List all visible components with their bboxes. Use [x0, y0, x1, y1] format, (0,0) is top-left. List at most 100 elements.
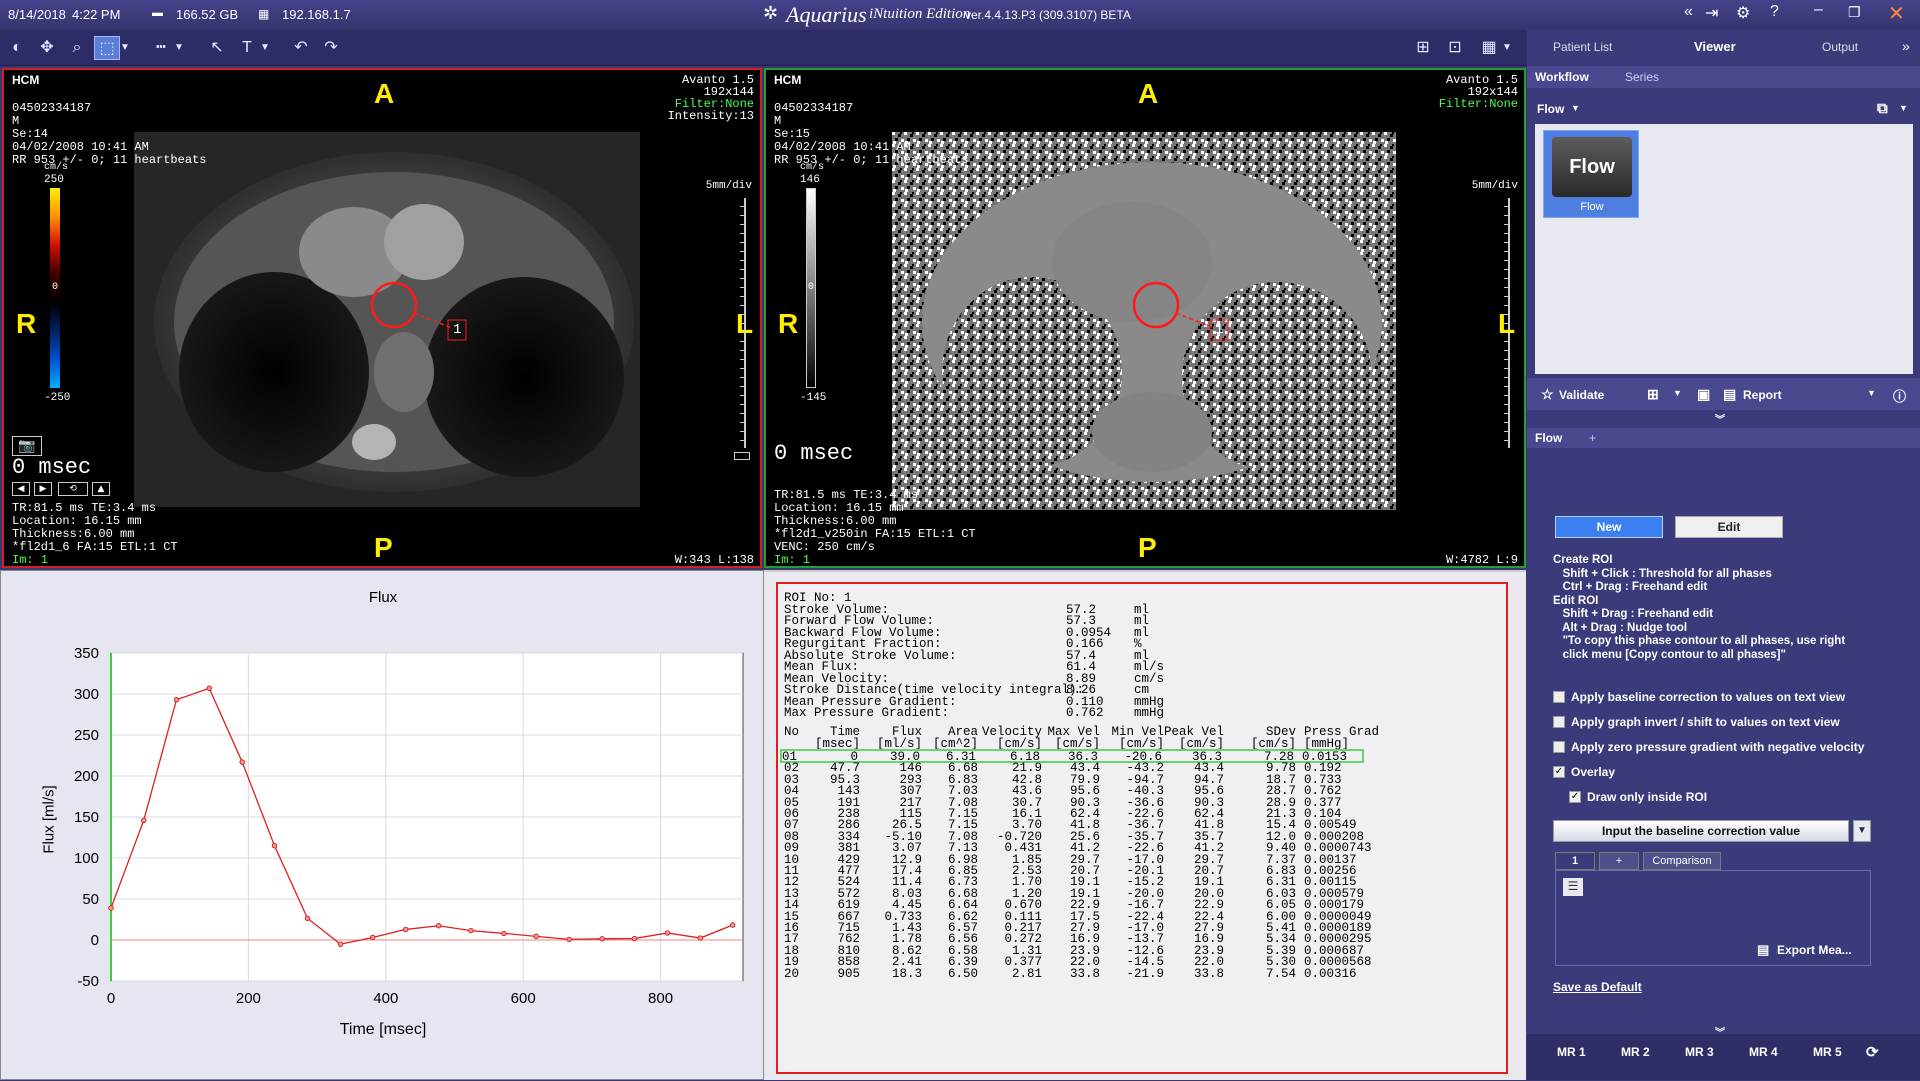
flow-section-tab[interactable]: Flow: [1535, 431, 1562, 445]
play-icon[interactable]: ▶: [34, 482, 52, 496]
save-as-default-link[interactable]: Save as Default: [1553, 980, 1642, 994]
star-icon[interactable]: ☆: [1541, 386, 1554, 403]
mr-series-1[interactable]: MR 1: [1557, 1045, 1586, 1059]
ruler-icon[interactable]: ┅: [148, 36, 174, 60]
tab-workflow[interactable]: Workflow: [1535, 70, 1589, 84]
help-icon[interactable]: ?: [1770, 3, 1779, 21]
roi-tool-icon[interactable]: ⬚: [94, 36, 120, 60]
more-series-icon[interactable]: ⟳: [1866, 1043, 1879, 1061]
collapse-down-icon[interactable]: ︾: [1715, 411, 1725, 426]
minimize-icon[interactable]: –: [1814, 1, 1823, 19]
dropdown-arrow-icon[interactable]: ▼: [1500, 36, 1514, 60]
flow-results-table[interactable]: ROI No: 1 Stroke Volume: 57.2 ml Forward Flo…: [776, 582, 1508, 1074]
mr-series-2[interactable]: MR 2: [1621, 1045, 1650, 1059]
eject-icon[interactable]: ▲: [92, 482, 110, 496]
info-icon[interactable]: ⓘ: [1893, 386, 1906, 405]
layout-icon[interactable]: ▦: [1476, 36, 1502, 60]
tab-1[interactable]: 1: [1555, 852, 1595, 870]
save-icon[interactable]: ▣: [1697, 386, 1710, 403]
prev-frame-icon[interactable]: ◀: [12, 482, 30, 496]
close-icon[interactable]: ✕: [1888, 1, 1905, 26]
pan-icon[interactable]: ✥: [34, 36, 60, 60]
flux-data-point: [468, 927, 474, 934]
add-tab-button[interactable]: +: [1589, 431, 1596, 445]
dropdown-arrow-icon[interactable]: ▼: [172, 36, 186, 60]
disk-space: 166.52 GB: [176, 7, 239, 22]
magnifier-icon[interactable]: ⊡: [1442, 36, 1468, 60]
orient-left: L: [1498, 308, 1516, 339]
mr-series-3[interactable]: MR 3: [1685, 1045, 1714, 1059]
text-annotation-icon[interactable]: T: [234, 36, 260, 60]
flux-data-point: [501, 930, 507, 937]
tab-viewer[interactable]: Viewer: [1694, 39, 1736, 54]
draw-inside-roi-checkbox[interactable]: ✓: [1569, 791, 1581, 803]
scale-max: 250: [44, 174, 64, 186]
mr-series-5[interactable]: MR 5: [1813, 1045, 1842, 1059]
flux-data-point: [403, 926, 409, 933]
flow-tile[interactable]: Flow Flow: [1543, 130, 1639, 218]
add-workflow-icon[interactable]: ⧉: [1877, 100, 1888, 117]
study-date: 04/02/2008 10:41 AM: [774, 140, 911, 154]
add-icon[interactable]: ⊞: [1647, 386, 1659, 403]
table-row[interactable]: 20 905 18.3 6.50 2.81 33.8 -21.9 33.8 7.54 0.0031…: [784, 966, 1364, 981]
baseline-value-button[interactable]: Input the baseline correction value: [1553, 820, 1849, 842]
tab-add[interactable]: +: [1599, 852, 1639, 870]
chevron-down-icon[interactable]: ▼: [1571, 103, 1580, 113]
logout-icon[interactable]: ⇥: [1705, 3, 1718, 23]
restore-icon[interactable]: ❐: [1848, 4, 1861, 21]
orient-right: R: [16, 308, 37, 339]
dropdown-arrow-icon[interactable]: ▼: [258, 36, 272, 60]
viewport-magnitude[interactable]: 1 HCM 04502334187 M Se:14 04/02/2008 10:…: [2, 68, 762, 568]
contrast-icon[interactable]: ◐: [4, 36, 30, 60]
tab-comparison[interactable]: Comparison: [1643, 852, 1721, 870]
export-measurements-button[interactable]: Export Mea...: [1777, 943, 1852, 957]
y-tick-label: 100: [74, 850, 99, 867]
expand-icon[interactable]: »: [1902, 38, 1910, 54]
new-roi-button[interactable]: New: [1555, 516, 1663, 538]
overlay-checkbox[interactable]: ✓: [1553, 766, 1565, 778]
flux-data-point: [173, 697, 180, 703]
camera-icon[interactable]: 📷: [12, 436, 42, 456]
chevron-down-icon[interactable]: ▼: [1673, 388, 1682, 398]
series-number: Se:14: [12, 127, 49, 141]
y-tick-label: 350: [74, 645, 99, 662]
loop-icon[interactable]: ⟲: [58, 482, 88, 496]
tab-patient-list[interactable]: Patient List: [1553, 40, 1612, 54]
redo-icon[interactable]: ↷: [318, 36, 344, 60]
add-frame-icon[interactable]: ⊞: [1410, 36, 1436, 60]
flow-dropdown[interactable]: Flow: [1537, 102, 1564, 116]
window-level: W:343 L:138: [674, 553, 754, 567]
viewport-phase[interactable]: 1 HCM 04502334187 M Se:15 04/02/2008 10:…: [764, 68, 1526, 568]
y-tick-label: 200: [74, 768, 99, 785]
gear-icon[interactable]: ⚙: [1736, 3, 1750, 23]
y-tick-label: -50: [77, 973, 99, 990]
tab-series[interactable]: Series: [1625, 70, 1659, 84]
undo-icon[interactable]: ↶: [288, 36, 314, 60]
pointer-icon[interactable]: ↖: [204, 36, 230, 60]
edit-roi-button[interactable]: Edit: [1675, 516, 1783, 538]
zero-pressure-checkbox[interactable]: [1553, 741, 1565, 753]
tr-te: TR:81.5 ms TE:3.4 ms: [12, 501, 157, 515]
export-icon[interactable]: ▤: [1757, 942, 1769, 958]
zoom-icon[interactable]: ⌕: [64, 36, 90, 60]
table-cell: 0.00316: [1304, 966, 1357, 981]
baseline-correction-checkbox[interactable]: [1553, 691, 1565, 703]
flux-chart-panel[interactable]: Flux -50 0 50 100 150 200 250 300 350 0 200 400 600 8…: [0, 570, 764, 1080]
report-button[interactable]: Report: [1743, 388, 1782, 402]
collapse-icon[interactable]: «: [1684, 3, 1693, 21]
mr-series-4[interactable]: MR 4: [1749, 1045, 1778, 1059]
dropdown-arrow-icon[interactable]: ▼: [118, 36, 132, 60]
list-icon[interactable]: ☰: [1563, 878, 1583, 896]
study-date: 04/02/2008 10:41 AM: [12, 140, 149, 154]
graph-invert-checkbox[interactable]: [1553, 716, 1565, 728]
chevron-down-icon[interactable]: ▼: [1899, 103, 1908, 113]
chevron-down-icon[interactable]: ▼: [1867, 388, 1876, 398]
validate-button[interactable]: Validate: [1559, 388, 1604, 402]
zero-pressure-label: Apply zero pressure gradient with negati…: [1571, 740, 1865, 754]
patient-name: HCM: [774, 73, 802, 87]
tab-output[interactable]: Output: [1822, 40, 1858, 54]
report-icon[interactable]: ▤: [1723, 386, 1736, 403]
chevron-down-icon[interactable]: ▼: [1853, 820, 1871, 842]
patient-sex: M: [12, 114, 20, 128]
slice-thickness: Thickness:6.00 mm: [12, 527, 135, 541]
